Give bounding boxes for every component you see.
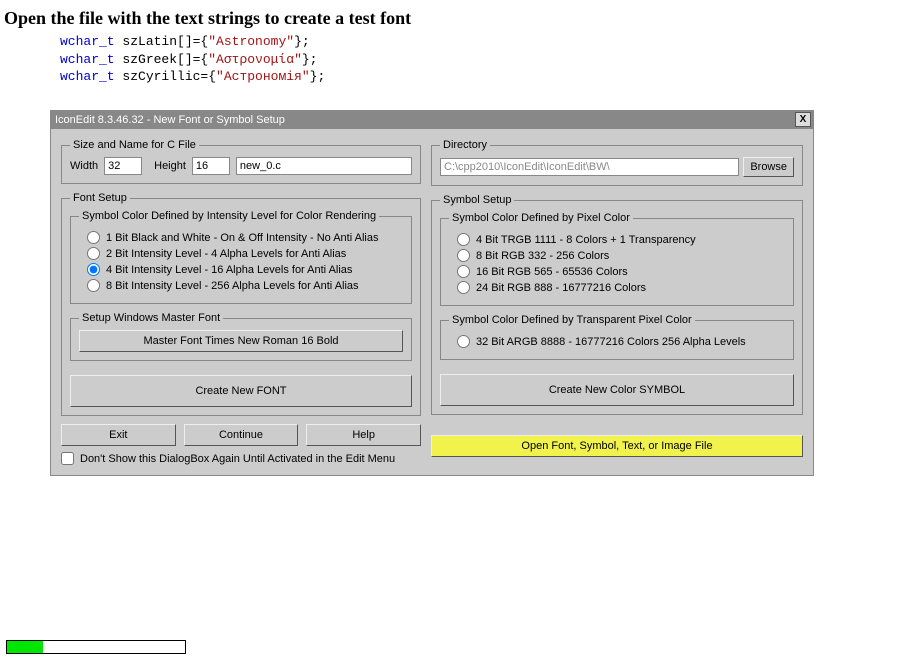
pixel-color-group: Symbol Color Defined by Pixel Color 4 Bi…	[440, 212, 794, 306]
code-line-3: wchar_t szCyrillic={"Астрономія"};	[60, 68, 898, 86]
create-symbol-button[interactable]: Create New Color SYMBOL	[440, 374, 794, 406]
radio-4bit-input[interactable]	[87, 263, 100, 276]
master-font-legend: Setup Windows Master Font	[79, 312, 223, 324]
string-literal: "Астрономія"	[216, 69, 310, 84]
height-input[interactable]	[192, 157, 230, 175]
width-input[interactable]	[104, 157, 142, 175]
variable-decl: szCyrillic={	[122, 69, 216, 84]
window-title: IconEdit 8.3.46.32 - New Font or Symbol …	[55, 114, 285, 126]
font-setup-group: Font Setup Symbol Color Defined by Inten…	[61, 192, 421, 416]
radio-1bit-label: 1 Bit Black and White - On & Off Intensi…	[106, 232, 378, 244]
radio-8bit-input[interactable]	[87, 279, 100, 292]
master-font-group: Setup Windows Master Font Master Font Ti…	[70, 312, 412, 361]
radio-1bit-input[interactable]	[87, 231, 100, 244]
size-and-name-legend: Size and Name for C File	[70, 139, 199, 151]
width-label: Width	[70, 160, 98, 172]
dialog-window: IconEdit 8.3.46.32 - New Font or Symbol …	[50, 110, 814, 476]
radio-argb8888[interactable]: 32 Bit ARGB 8888 - 16777216 Colors 256 A…	[457, 335, 785, 348]
string-literal: "Αστρονομία"	[208, 52, 302, 67]
radio-trgb1111[interactable]: 4 Bit TRGB 1111 - 8 Colors + 1 Transpare…	[457, 233, 785, 246]
radio-8bit[interactable]: 8 Bit Intensity Level - 256 Alpha Levels…	[87, 279, 403, 292]
radio-8bit-label: 8 Bit Intensity Level - 256 Alpha Levels…	[106, 280, 359, 292]
radio-trgb1111-input[interactable]	[457, 233, 470, 246]
font-setup-legend: Font Setup	[70, 192, 130, 204]
radio-rgb332[interactable]: 8 Bit RGB 332 - 256 Colors	[457, 249, 785, 262]
code-line-2: wchar_t szGreek[]={"Αστρονομία"};	[60, 51, 898, 69]
titlebar[interactable]: IconEdit 8.3.46.32 - New Font or Symbol …	[51, 111, 813, 129]
dont-show-checkbox[interactable]	[61, 452, 74, 465]
intensity-group: Symbol Color Defined by Intensity Level …	[70, 210, 412, 304]
code-line-1: wchar_t szLatin[]={"Astronomy"};	[60, 33, 898, 51]
variable-decl: szGreek[]={	[122, 52, 208, 67]
radio-argb8888-input[interactable]	[457, 335, 470, 348]
keyword: wchar_t	[60, 34, 115, 49]
radio-2bit-label: 2 Bit Intensity Level - 4 Alpha Levels f…	[106, 248, 346, 260]
open-file-button[interactable]: Open Font, Symbol, Text, or Image File	[431, 435, 803, 457]
radio-rgb332-input[interactable]	[457, 249, 470, 262]
directory-input[interactable]	[440, 158, 739, 176]
radio-rgb565-input[interactable]	[457, 265, 470, 278]
intensity-legend: Symbol Color Defined by Intensity Level …	[79, 210, 379, 222]
close-icon[interactable]: X	[795, 112, 811, 127]
dont-show-label: Don't Show this DialogBox Again Until Ac…	[80, 453, 395, 465]
line-end: };	[302, 52, 318, 67]
exit-button[interactable]: Exit	[61, 424, 176, 446]
radio-rgb888-label: 24 Bit RGB 888 - 16777216 Colors	[476, 282, 646, 294]
radio-rgb332-label: 8 Bit RGB 332 - 256 Colors	[476, 250, 609, 262]
variable-decl: szLatin[]={	[122, 34, 208, 49]
transparent-pixel-group: Symbol Color Defined by Transparent Pixe…	[440, 314, 794, 360]
radio-2bit-input[interactable]	[87, 247, 100, 260]
radio-2bit[interactable]: 2 Bit Intensity Level - 4 Alpha Levels f…	[87, 247, 403, 260]
pixel-color-legend: Symbol Color Defined by Pixel Color	[449, 212, 633, 224]
help-button[interactable]: Help	[306, 424, 421, 446]
string-literal: "Astronomy"	[208, 34, 294, 49]
height-label: Height	[154, 160, 186, 172]
page-title: Open the file with the text strings to c…	[4, 8, 898, 29]
radio-trgb1111-label: 4 Bit TRGB 1111 - 8 Colors + 1 Transpare…	[476, 234, 696, 246]
symbol-setup-legend: Symbol Setup	[440, 194, 514, 206]
line-end: };	[310, 69, 326, 84]
filename-input[interactable]	[236, 157, 412, 175]
keyword: wchar_t	[60, 52, 115, 67]
radio-4bit-label: 4 Bit Intensity Level - 16 Alpha Levels …	[106, 264, 352, 276]
transparent-pixel-legend: Symbol Color Defined by Transparent Pixe…	[449, 314, 695, 326]
progress-bar	[6, 640, 186, 654]
progress-fill	[7, 641, 43, 653]
radio-argb8888-label: 32 Bit ARGB 8888 - 16777216 Colors 256 A…	[476, 336, 746, 348]
radio-rgb888[interactable]: 24 Bit RGB 888 - 16777216 Colors	[457, 281, 785, 294]
size-and-name-group: Size and Name for C File Width Height	[61, 139, 421, 184]
radio-rgb565[interactable]: 16 Bit RGB 565 - 65536 Colors	[457, 265, 785, 278]
directory-legend: Directory	[440, 139, 490, 151]
code-block: wchar_t szLatin[]={"Astronomy"}; wchar_t…	[60, 33, 898, 86]
directory-group: Directory Browse	[431, 139, 803, 186]
line-end: };	[294, 34, 310, 49]
radio-rgb888-input[interactable]	[457, 281, 470, 294]
radio-rgb565-label: 16 Bit RGB 565 - 65536 Colors	[476, 266, 628, 278]
master-font-button[interactable]: Master Font Times New Roman 16 Bold	[79, 330, 403, 352]
radio-4bit[interactable]: 4 Bit Intensity Level - 16 Alpha Levels …	[87, 263, 403, 276]
continue-button[interactable]: Continue	[184, 424, 299, 446]
keyword: wchar_t	[60, 69, 115, 84]
symbol-setup-group: Symbol Setup Symbol Color Defined by Pix…	[431, 194, 803, 415]
radio-1bit[interactable]: 1 Bit Black and White - On & Off Intensi…	[87, 231, 403, 244]
create-font-button[interactable]: Create New FONT	[70, 375, 412, 407]
browse-button[interactable]: Browse	[743, 157, 794, 177]
